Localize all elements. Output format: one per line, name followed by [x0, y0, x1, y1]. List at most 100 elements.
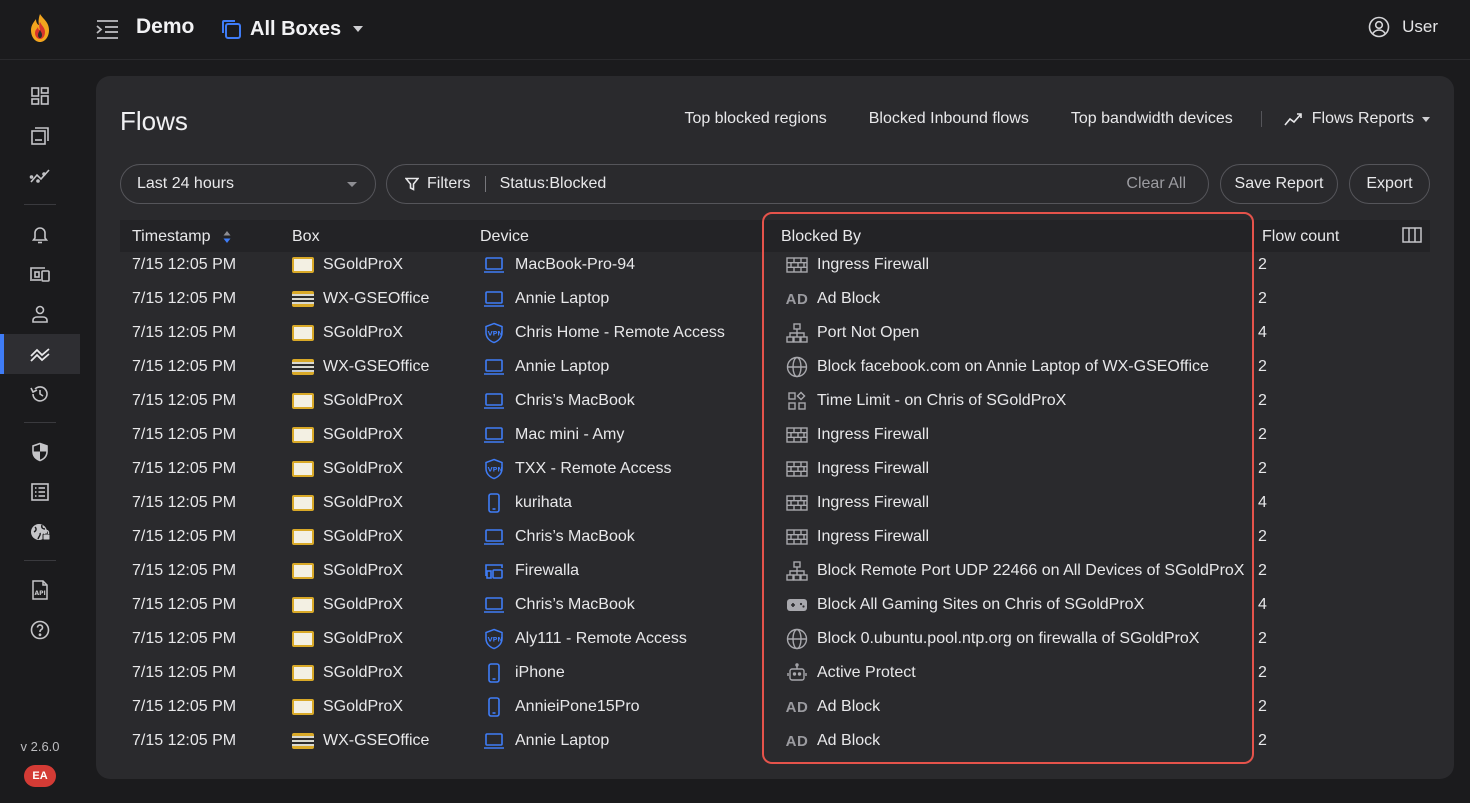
- link-blocked-inbound-flows[interactable]: Blocked Inbound flows: [869, 110, 1029, 128]
- column-header-box[interactable]: Box: [292, 228, 320, 246]
- box-cell[interactable]: SGoldProX: [292, 690, 403, 724]
- table-row[interactable]: 7/15 12:05 PM SGoldProX AnnieiPone15Pro AD A…: [120, 690, 1430, 724]
- device-cell[interactable]: Annie Laptop: [482, 282, 609, 316]
- box-cell[interactable]: WX-GSEOffice: [292, 724, 429, 758]
- table-row[interactable]: 7/15 12:05 PM WX-GSEOffice Annie Laptop AD A…: [120, 282, 1430, 316]
- filters-label[interactable]: Filters: [427, 175, 471, 193]
- table-row[interactable]: 7/15 12:05 PM SGoldProX kurihata Ingress Fi…: [120, 486, 1430, 520]
- blocked-by-cell[interactable]: Block facebook.com on Annie Laptop of WX…: [785, 350, 1209, 384]
- box-selector[interactable]: All Boxes: [220, 14, 364, 44]
- table-row[interactable]: 7/15 12:05 PM SGoldProX VPN Aly111 - Remote…: [120, 622, 1430, 656]
- blocked-by-cell[interactable]: AD Ad Block: [785, 282, 880, 316]
- sidebar-item-rules[interactable]: [0, 432, 80, 472]
- firewalla-logo-icon[interactable]: [27, 13, 53, 43]
- blocked-by-cell[interactable]: Time Limit - on Chris of SGoldProX: [785, 384, 1066, 418]
- link-top-bandwidth-devices[interactable]: Top bandwidth devices: [1071, 110, 1233, 128]
- columns-icon[interactable]: [1402, 227, 1422, 243]
- box-cell[interactable]: SGoldProX: [292, 452, 403, 486]
- blocked-by-cell[interactable]: Ingress Firewall: [785, 452, 929, 486]
- user-menu[interactable]: User: [1368, 16, 1438, 38]
- device-cell[interactable]: Chris’s MacBook: [482, 588, 635, 622]
- sidebar-item-boxes[interactable]: [0, 116, 80, 156]
- device-cell[interactable]: Annie Laptop: [482, 350, 609, 384]
- device-cell[interactable]: Mac mini - Amy: [482, 418, 624, 452]
- time-range-value: Last 24 hours: [137, 175, 234, 192]
- collapse-sidebar-icon[interactable]: [95, 17, 121, 41]
- device-cell[interactable]: VPN Aly111 - Remote Access: [482, 622, 687, 656]
- box-cell[interactable]: SGoldProX: [292, 418, 403, 452]
- blocked-by-cell[interactable]: Ingress Firewall: [785, 248, 929, 282]
- sidebar-item-alarms[interactable]: [0, 214, 80, 254]
- sort-icon[interactable]: [223, 230, 231, 244]
- sidebar-item-devices[interactable]: [0, 254, 80, 294]
- column-header-blocked-by[interactable]: Blocked By: [781, 228, 861, 246]
- sidebar-item-network-security[interactable]: [0, 512, 80, 552]
- box-name: SGoldProX: [323, 494, 404, 511]
- blocked-by-cell[interactable]: Block Remote Port UDP 22466 on All Devic…: [785, 554, 1244, 588]
- device-cell[interactable]: kurihata: [482, 486, 572, 520]
- sidebar-item-flows[interactable]: [0, 334, 80, 374]
- box-cell[interactable]: SGoldProX: [292, 656, 403, 690]
- blocked-by-cell[interactable]: Ingress Firewall: [785, 486, 929, 520]
- blocked-by-cell[interactable]: Active Protect: [785, 656, 916, 690]
- table-row[interactable]: 7/15 12:05 PM SGoldProX Firewalla Block Rem…: [120, 554, 1430, 588]
- box-cell[interactable]: SGoldProX: [292, 316, 403, 350]
- filters-bar[interactable]: Filters Status:Blocked Clear All: [386, 164, 1209, 204]
- column-header-device[interactable]: Device: [480, 228, 529, 246]
- table-row[interactable]: 7/15 12:05 PM SGoldProX VPN TXX - Remote Ac…: [120, 452, 1430, 486]
- device-cell[interactable]: iPhone: [482, 656, 565, 690]
- box-cell[interactable]: SGoldProX: [292, 588, 403, 622]
- export-button[interactable]: Export: [1349, 164, 1430, 204]
- clear-all-button[interactable]: Clear All: [1126, 175, 1186, 193]
- table-row[interactable]: 7/15 12:05 PM WX-GSEOffice Annie Laptop Blo…: [120, 350, 1430, 384]
- sidebar-item-api[interactable]: API: [0, 570, 80, 610]
- sidebar-item-dashboard[interactable]: [0, 76, 80, 116]
- sidebar-item-users[interactable]: [0, 294, 80, 334]
- box-cell[interactable]: SGoldProX: [292, 622, 403, 656]
- sidebar-item-help[interactable]: [0, 610, 80, 650]
- device-name: MacBook-Pro-94: [515, 256, 636, 273]
- blocked-by-cell[interactable]: AD Ad Block: [785, 690, 880, 724]
- blocked-by-cell[interactable]: Port Not Open: [785, 316, 919, 350]
- box-cell[interactable]: SGoldProX: [292, 486, 403, 520]
- table-row[interactable]: 7/15 12:05 PM SGoldProX Mac mini - Amy Ingr…: [120, 418, 1430, 452]
- table-row[interactable]: 7/15 12:05 PM SGoldProX Chris’s MacBook Ing…: [120, 520, 1430, 554]
- device-cell[interactable]: Chris’s MacBook: [482, 384, 635, 418]
- blocked-by-cell[interactable]: Ingress Firewall: [785, 520, 929, 554]
- device-cell[interactable]: Annie Laptop: [482, 724, 609, 758]
- blocked-by-cell[interactable]: Block 0.ubuntu.pool.ntp.org on firewalla…: [785, 622, 1199, 656]
- table-row[interactable]: 7/15 12:05 PM SGoldProX Chris’s MacBook Tim…: [120, 384, 1430, 418]
- column-header-flow-count[interactable]: Flow count: [1262, 228, 1339, 246]
- device-cell[interactable]: VPN Chris Home - Remote Access: [482, 316, 725, 350]
- table-row[interactable]: 7/15 12:05 PM SGoldProX Chris’s MacBook Blo…: [120, 588, 1430, 622]
- device-cell[interactable]: MacBook-Pro-94: [482, 248, 635, 282]
- blocked-by-cell[interactable]: Block All Gaming Sites on Chris of SGold…: [785, 588, 1144, 622]
- column-header-timestamp[interactable]: Timestamp: [132, 228, 231, 246]
- filter-chip-status[interactable]: Status:Blocked: [500, 175, 607, 193]
- link-top-blocked-regions[interactable]: Top blocked regions: [684, 110, 826, 128]
- box-cell[interactable]: SGoldProX: [292, 520, 403, 554]
- device-cell[interactable]: AnnieiPone15Pro: [482, 690, 640, 724]
- time-range-select[interactable]: Last 24 hours: [120, 164, 376, 204]
- blocked-by-cell[interactable]: Ingress Firewall: [785, 418, 929, 452]
- box-cell[interactable]: WX-GSEOffice: [292, 282, 429, 316]
- sidebar-item-history[interactable]: [0, 374, 80, 414]
- table-row[interactable]: 7/15 12:05 PM WX-GSEOffice Annie Laptop AD A…: [120, 724, 1430, 758]
- flows-reports-dropdown[interactable]: Flows Reports: [1284, 110, 1430, 128]
- box-device-icon: [292, 427, 314, 443]
- box-cell[interactable]: WX-GSEOffice: [292, 350, 429, 384]
- sidebar-item-audit-log[interactable]: [0, 472, 80, 512]
- table-row[interactable]: 7/15 12:05 PM SGoldProX VPN Chris Home - Re…: [120, 316, 1430, 350]
- box-cell[interactable]: SGoldProX: [292, 384, 403, 418]
- device-cell[interactable]: Chris’s MacBook: [482, 520, 635, 554]
- box-cell[interactable]: SGoldProX: [292, 554, 403, 588]
- device-cell[interactable]: VPN TXX - Remote Access: [482, 452, 672, 486]
- table-row[interactable]: 7/15 12:05 PM SGoldProX MacBook-Pro-94 Ingr…: [120, 248, 1430, 282]
- sidebar-item-trends[interactable]: [0, 156, 80, 196]
- box-cell[interactable]: SGoldProX: [292, 248, 403, 282]
- save-report-button[interactable]: Save Report: [1220, 164, 1338, 204]
- table-row[interactable]: 7/15 12:05 PM SGoldProX iPhone Active Prote…: [120, 656, 1430, 690]
- device-cell[interactable]: Firewalla: [482, 554, 579, 588]
- blocked-by-cell[interactable]: AD Ad Block: [785, 724, 880, 758]
- flow-count-cell: 2: [1258, 426, 1267, 443]
